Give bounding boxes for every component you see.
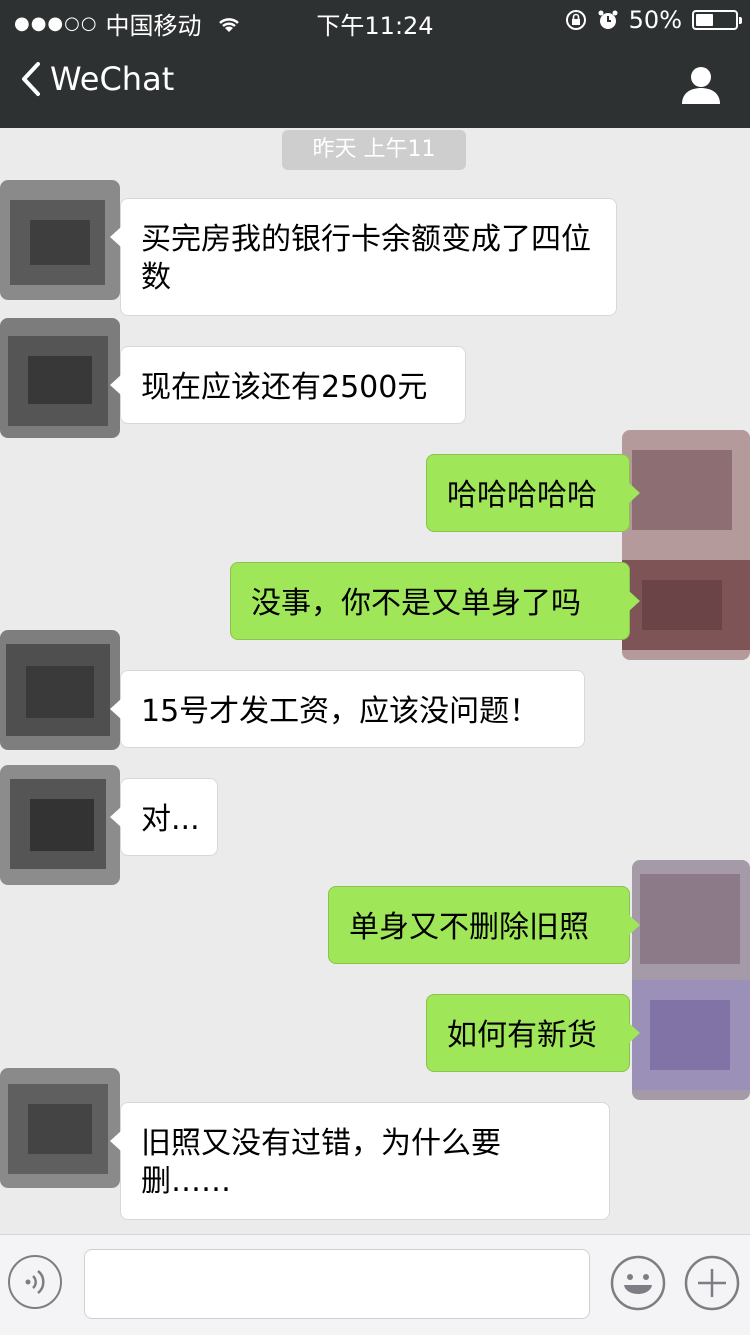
alarm-icon xyxy=(598,10,618,29)
my-avatar[interactable] xyxy=(632,860,750,1100)
chat-timestamp: 昨天 上午11 xyxy=(282,130,466,170)
message-bubble-outgoing[interactable]: 没事，你不是又单身了吗 xyxy=(230,562,640,640)
message-text: 旧照又没有过错，为什么要删…… xyxy=(141,1126,501,1199)
chevron-left-icon xyxy=(22,62,40,96)
person-icon[interactable] xyxy=(680,64,722,106)
message-text: 哈哈哈哈哈 xyxy=(447,478,597,513)
emoji-icon[interactable] xyxy=(610,1255,666,1311)
plus-icon[interactable] xyxy=(684,1255,740,1311)
message-bubble-outgoing[interactable]: 如何有新货 xyxy=(426,994,640,1072)
contact-avatar[interactable] xyxy=(0,180,120,300)
contact-avatar[interactable] xyxy=(0,630,120,750)
message-text: 对... xyxy=(141,802,200,837)
message-text: 买完房我的银行卡余额变成了四位数 xyxy=(141,222,591,295)
message-text: 单身又不删除旧照 xyxy=(349,910,589,945)
input-bar xyxy=(0,1234,750,1335)
message-bubble-incoming[interactable]: 现在应该还有2500元 xyxy=(110,346,466,424)
message-bubble-incoming[interactable]: 对... xyxy=(110,778,218,856)
status-right: 50% xyxy=(565,6,742,34)
battery-percent: 50% xyxy=(628,6,682,34)
message-text: 没事，你不是又单身了吗 xyxy=(251,586,581,621)
battery-icon xyxy=(692,10,742,30)
message-bubble-outgoing[interactable]: 单身又不删除旧照 xyxy=(328,886,640,964)
nav-bar: WeChat xyxy=(0,40,750,128)
rotation-lock-icon xyxy=(565,10,586,30)
message-bubble-incoming[interactable]: 买完房我的银行卡余额变成了四位数 xyxy=(110,198,617,316)
message-bubble-incoming[interactable]: 15号才发工资，应该没问题！ xyxy=(110,670,585,748)
message-text: 如何有新货 xyxy=(447,1018,597,1053)
message-bubble-incoming[interactable]: 旧照又没有过错，为什么要删…… xyxy=(110,1102,610,1220)
contact-avatar[interactable] xyxy=(0,765,120,885)
message-bubble-outgoing[interactable]: 哈哈哈哈哈 xyxy=(426,454,640,532)
contact-avatar[interactable] xyxy=(0,318,120,438)
message-input[interactable] xyxy=(84,1249,590,1319)
message-text: 15号才发工资，应该没问题！ xyxy=(141,694,540,729)
status-bar: ●●●○○ 中国移动 下午11:24 50% xyxy=(0,0,750,40)
back-label: WeChat xyxy=(50,60,175,98)
my-avatar[interactable] xyxy=(622,430,750,660)
voice-icon xyxy=(25,1270,45,1294)
message-text: 现在应该还有2500元 xyxy=(141,370,428,405)
voice-button[interactable] xyxy=(8,1255,62,1309)
contact-avatar[interactable] xyxy=(0,1068,120,1188)
battery-level xyxy=(696,14,713,26)
back-button[interactable]: WeChat xyxy=(18,60,174,98)
